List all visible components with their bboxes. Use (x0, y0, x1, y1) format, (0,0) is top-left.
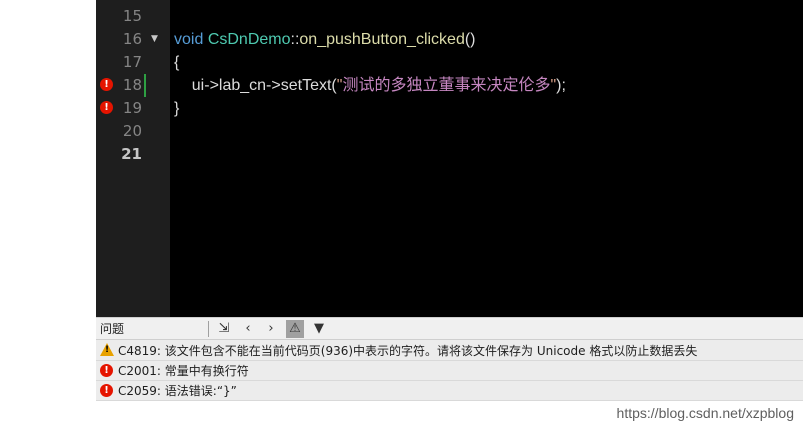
code-text: ui->lab_cn->setText("测试的多独立董事来决定伦多"); (174, 74, 566, 97)
code-line-15[interactable]: 15 (96, 5, 803, 28)
problem-item-error[interactable]: ! C2059: 语法错误:“}” (96, 381, 803, 401)
code-suffix: ); (556, 77, 566, 94)
problems-toolbar: 问题 ⇲ ‹ › ⚠ ▼ (96, 317, 803, 340)
left-blank-area (0, 0, 96, 432)
function-name: on_pushButton_clicked (299, 31, 465, 48)
error-icon: ! (100, 384, 113, 397)
class-name: CsDnDemo (207, 31, 291, 48)
problems-title: 问题 (100, 322, 125, 336)
keyword-void: void (174, 31, 204, 48)
problem-text: C4819: 该文件包含不能在当前代码页(936)中表示的字符。请将该文件保存为… (118, 344, 698, 358)
code-line-21[interactable]: 21 (96, 143, 803, 166)
code-line-20[interactable]: 20 (96, 120, 803, 143)
problem-text: C2001: 常量中有换行符 (118, 364, 249, 378)
code-text: { (174, 54, 180, 71)
line-number: 18 (122, 76, 142, 94)
problems-panel: 问题 ⇲ ‹ › ⚠ ▼ ! C4819: 该文件包含不能在当前代码页(936)… (96, 317, 803, 401)
line-number: 15 (122, 7, 142, 25)
string-literal: 测试的多独立董事来决定伦多 (342, 77, 551, 94)
warning-filter-icon[interactable]: ⚠ (286, 320, 304, 338)
error-icon: ! (100, 364, 113, 377)
line-number: 20 (122, 122, 142, 140)
toolbar-separator (208, 321, 209, 337)
parens: () (464, 31, 476, 48)
line-number: 16 (122, 30, 142, 48)
code-prefix: ui->lab_cn->setText( (174, 77, 337, 94)
code-text: void CsDnDemo::on_pushButton_clicked() (174, 28, 476, 51)
code-editor[interactable]: 15 16 ▼ void CsDnDemo::on_pushButton_cli… (96, 0, 803, 317)
line-number: 19 (122, 99, 142, 117)
code-line-19[interactable]: ! 19 } (96, 97, 803, 120)
code-line-16[interactable]: 16 ▼ void CsDnDemo::on_pushButton_clicke… (96, 28, 803, 51)
code-text: } (174, 100, 180, 117)
watermark: https://blog.csdn.net/xzpblog (616, 405, 794, 421)
previous-icon[interactable]: ‹ (239, 320, 257, 338)
problem-item-error[interactable]: ! C2001: 常量中有换行符 (96, 361, 803, 381)
problem-item-warning[interactable]: ! C4819: 该文件包含不能在当前代码页(936)中表示的字符。请将该文件保… (96, 341, 803, 361)
filter-icon[interactable]: ▼ (310, 320, 328, 338)
next-icon[interactable]: › (262, 320, 280, 338)
code-line-17[interactable]: 17 { (96, 51, 803, 74)
fold-toggle-icon[interactable]: ▼ (151, 28, 158, 51)
change-indicator (144, 74, 146, 97)
problem-text: C2059: 语法错误:“}” (118, 384, 237, 398)
warning-icon: ! (100, 343, 114, 356)
code-line-18[interactable]: ! 18 ui->lab_cn->setText("测试的多独立董事来决定伦多"… (96, 74, 803, 97)
line-number-current: 21 (121, 145, 142, 163)
clean-icon[interactable]: ⇲ (215, 320, 233, 338)
line-number: 17 (122, 53, 142, 71)
